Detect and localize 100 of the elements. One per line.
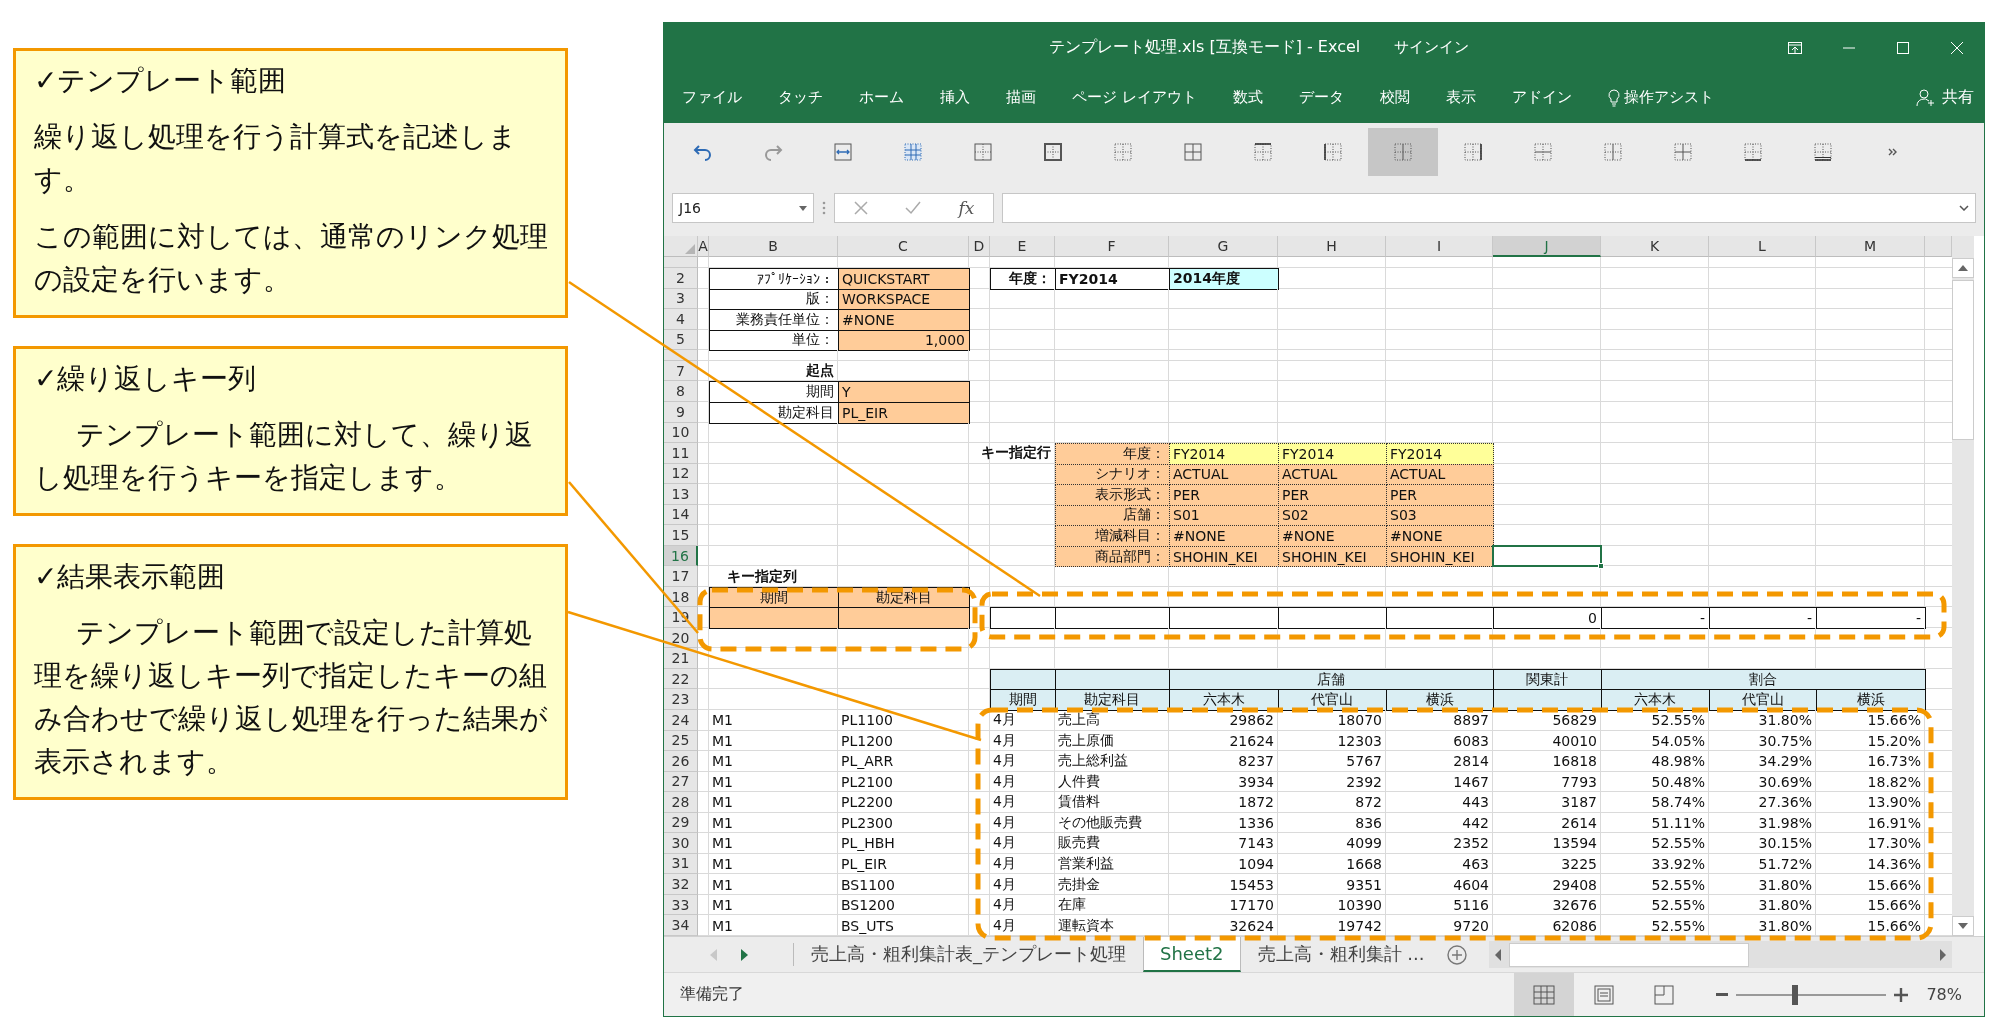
header-cell: 横浜 <box>1816 689 1926 711</box>
row-number[interactable]: 15 <box>664 525 698 546</box>
menu-tab[interactable]: 描画 <box>1006 88 1036 108</box>
column-header[interactable]: D <box>969 236 990 258</box>
row-number[interactable]: 27 <box>664 771 698 793</box>
table-cell-text: 27.36% <box>1757 793 1813 813</box>
zoom-in-icon[interactable] <box>1894 987 1909 1002</box>
table-cell-text: PL_EIR <box>840 854 888 874</box>
column-header[interactable]: I <box>1386 236 1493 258</box>
menu-tab[interactable]: 校閲 <box>1379 88 1410 108</box>
menu-tab[interactable]: タッチ <box>778 88 823 108</box>
sheet-tab[interactable]: 売上高・粗利集計 ... <box>1240 937 1442 972</box>
menu-tab[interactable]: ページ レイアウト <box>1072 88 1197 108</box>
scroll-down-button[interactable] <box>1952 916 1974 937</box>
horizontal-scrollbar[interactable] <box>1489 941 1952 968</box>
scroll-up-button[interactable] <box>1952 258 1974 279</box>
lightbulb-icon <box>1607 88 1620 107</box>
row-number[interactable]: 4 <box>664 309 698 330</box>
column-header[interactable]: H <box>1278 236 1386 258</box>
insert-function-button[interactable]: fx <box>958 198 975 219</box>
table-cell-text: 運転資本 <box>1057 915 1115 935</box>
row-number[interactable]: 32 <box>664 874 698 895</box>
row-number[interactable]: 2 <box>664 268 698 289</box>
table-cell-text: 4月 <box>992 833 1017 853</box>
row-number[interactable]: 8 <box>664 381 698 402</box>
next-sheet-icon[interactable] <box>740 948 748 961</box>
menu-tab[interactable]: 数式 <box>1232 88 1263 108</box>
table-cell-text: M1 <box>711 854 734 874</box>
row-number[interactable]: 26 <box>664 751 698 772</box>
row-number[interactable]: 25 <box>664 730 698 752</box>
table-cell: FY2014 <box>1055 268 1170 290</box>
minimize-icon <box>1843 46 1855 49</box>
formula-input[interactable] <box>1002 193 1976 224</box>
row-number[interactable]: 22 <box>664 668 698 690</box>
sign-in-link[interactable]: サインイン <box>1394 38 1469 58</box>
share-button[interactable]: 共有 <box>1916 87 1974 109</box>
table-cell-text: 売上総利益 <box>1057 751 1129 771</box>
column-header[interactable]: F <box>1055 236 1169 258</box>
check-icon[interactable] <box>905 201 922 216</box>
table-cell-text: 15.66% <box>1866 916 1922 936</box>
slider-thumb[interactable] <box>1791 984 1798 1005</box>
header-cell: 割合 <box>1601 668 1926 691</box>
column-header[interactable]: K <box>1601 236 1709 258</box>
header-cell: 代官山 <box>1709 689 1817 711</box>
row-number[interactable]: 34 <box>664 915 698 937</box>
row-number[interactable]: 12 <box>664 463 698 485</box>
table-cell: PER <box>1386 484 1494 506</box>
menu-tab[interactable]: ホーム <box>859 88 904 108</box>
menu-tab[interactable]: ファイル <box>682 88 742 108</box>
column-header[interactable]: J <box>1493 236 1601 258</box>
row-number[interactable]: 29 <box>664 812 698 834</box>
row-number[interactable]: 28 <box>664 792 698 813</box>
row-number[interactable]: 11 <box>664 443 698 464</box>
row-number[interactable]: 30 <box>664 833 698 854</box>
view-button[interactable] <box>1514 973 1575 1016</box>
column-header[interactable]: L <box>1709 236 1816 258</box>
menu-tab[interactable]: 表示 <box>1445 88 1476 108</box>
column-header[interactable]: M <box>1816 236 1925 258</box>
row-number[interactable]: 21 <box>664 648 698 669</box>
menu-tab[interactable]: アドイン <box>1511 88 1572 108</box>
sheet-tab[interactable]: 売上高・粗利集計表_テンプレート処理 <box>794 937 1143 972</box>
select-all-button[interactable] <box>664 236 698 258</box>
header-cell: 期間 <box>990 689 1056 711</box>
drag-handle-icon <box>822 201 826 216</box>
tell-me-button[interactable]: 操作アシスト <box>1607 88 1714 108</box>
row-number[interactable]: 17 <box>664 566 698 587</box>
header-cell: 代官山 <box>1278 689 1387 711</box>
scroll-thumb[interactable] <box>1952 280 1974 441</box>
row-number[interactable]: 9 <box>664 402 698 423</box>
border-icon <box>1043 141 1063 162</box>
row-number[interactable]: 10 <box>664 422 698 444</box>
table-cell-text: PL1100 <box>840 711 894 731</box>
row-number[interactable]: 24 <box>664 710 698 731</box>
table-cell-text: 30.15% <box>1757 834 1813 854</box>
column-header[interactable]: B <box>709 236 838 258</box>
row-number[interactable]: 23 <box>664 689 698 710</box>
row-number[interactable]: 14 <box>664 504 698 526</box>
row-number[interactable]: 13 <box>664 484 698 505</box>
column-header[interactable]: G <box>1169 236 1278 258</box>
table-cell-text: 40010 <box>1551 731 1598 751</box>
table-cell: 版： <box>709 288 839 311</box>
column-header[interactable]: E <box>990 236 1055 258</box>
name-box[interactable]: J16 <box>672 193 814 224</box>
row-number[interactable]: 3 <box>664 288 698 310</box>
scroll-thumb[interactable] <box>1509 942 1750 967</box>
border-icon <box>1673 141 1693 162</box>
zoom-out-icon[interactable] <box>1716 992 1729 997</box>
sheet-tab[interactable]: Sheet2 <box>1143 937 1241 972</box>
table-cell-text: 52.55% <box>1650 916 1706 936</box>
menu-tab[interactable]: 挿入 <box>940 88 970 108</box>
previous-sheet-icon[interactable] <box>709 948 717 961</box>
table-cell-text: 30.69% <box>1757 772 1813 792</box>
menu-tab[interactable]: データ <box>1298 88 1344 108</box>
column-header[interactable]: C <box>838 236 969 258</box>
row-number[interactable]: 31 <box>664 853 698 875</box>
row-number[interactable]: 16 <box>664 545 698 567</box>
row-number[interactable]: 33 <box>664 894 698 916</box>
table-cell-text: PL2300 <box>840 813 894 833</box>
vertical-scrollbar[interactable] <box>1952 236 1974 937</box>
cancel-icon[interactable] <box>853 201 868 216</box>
